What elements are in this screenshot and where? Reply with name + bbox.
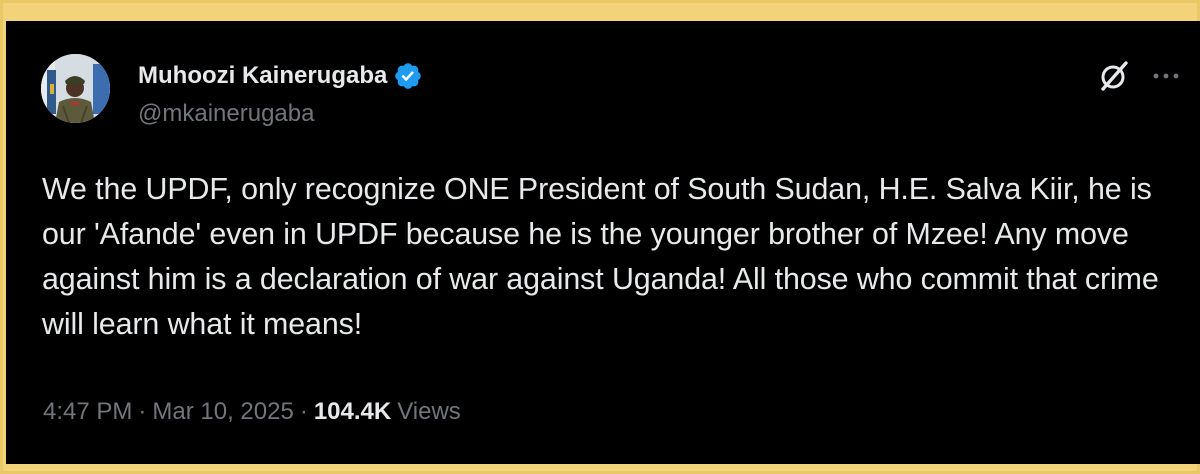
tweet-metadata: 4:47 PM · Mar 10, 2025 · 104.4K Views	[43, 398, 461, 426]
author-display-name[interactable]: Muhoozi Kainerugaba	[138, 62, 387, 90]
views-count[interactable]: 104.4K	[314, 398, 391, 426]
tweet-text: We the UPDF, only recognize ONE Presiden…	[42, 172, 1159, 341]
tweet-card: Muhoozi Kainerugaba @mkainerugaba We the…	[6, 21, 1200, 464]
views-label: Views	[397, 398, 461, 425]
author-name-row: Muhoozi Kainerugaba	[138, 61, 423, 91]
verified-badge-icon[interactable]	[393, 61, 423, 91]
author-avatar[interactable]	[41, 54, 110, 123]
grok-icon[interactable]	[1097, 59, 1131, 93]
avatar-photo	[41, 54, 110, 123]
more-options-icon[interactable]	[1148, 59, 1184, 93]
author-handle[interactable]: @mkainerugaba	[138, 100, 314, 128]
meta-separator: ·	[138, 398, 147, 425]
tweet-time[interactable]: 4:47 PM	[43, 398, 132, 426]
screenshot-frame: Muhoozi Kainerugaba @mkainerugaba We the…	[0, 0, 1200, 474]
tweet-date[interactable]: Mar 10, 2025	[152, 398, 293, 426]
meta-separator: ·	[299, 398, 308, 425]
